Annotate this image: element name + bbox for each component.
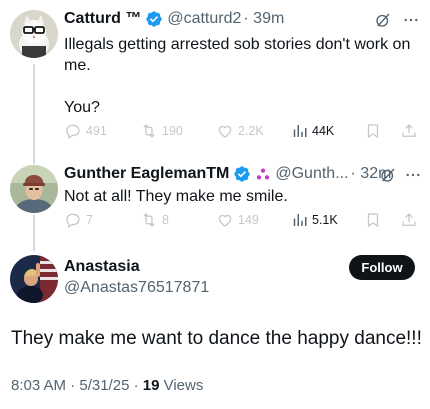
grok-icon[interactable] — [374, 11, 392, 29]
verified-icon — [234, 166, 251, 182]
avatar-gunther[interactable] — [10, 165, 58, 213]
reply-icon — [66, 124, 80, 139]
tweet-1-actions: 491 190 2.2K 44K — [64, 121, 419, 141]
share-icon — [402, 124, 416, 137]
thread-line-2 — [33, 215, 35, 251]
reply-button[interactable]: 7 — [64, 211, 93, 229]
tweet-2-handle[interactable]: @Gunth... — [275, 165, 348, 183]
tweet-1-handle[interactable]: @catturd2 — [167, 10, 241, 28]
like-icon — [218, 125, 232, 138]
retweet-count: 8 — [162, 213, 169, 227]
main-handle[interactable]: @Anastas76517871 — [64, 279, 209, 297]
tweet-2-text: Not at all! They make me smile. — [64, 188, 288, 205]
views-label: Views — [159, 377, 204, 394]
tweet-1-text: Illegals getting arrested sob stories do… — [64, 36, 411, 116]
views-count: 5.1K — [312, 213, 338, 227]
retweet-count: 190 — [162, 124, 183, 138]
timestamp[interactable]: 8:03 AM · 5/31/25 · — [11, 377, 143, 394]
avatar-catturd[interactable] — [10, 10, 58, 58]
avatar-anastasia[interactable] — [10, 255, 58, 303]
views-count-main: 19 — [142, 377, 160, 394]
retweet-icon — [143, 124, 155, 138]
tweet-2-actions: 7 8 149 5.1K — [64, 210, 419, 230]
share-button[interactable] — [400, 122, 422, 140]
reply-button[interactable]: 491 — [64, 122, 107, 140]
tweet-1-display-name[interactable]: Catturd ™ — [64, 10, 141, 28]
more-icon[interactable] — [402, 11, 420, 29]
tweet-2-display-name[interactable]: Gunther EaglemanTM — [64, 165, 229, 183]
follow-button[interactable]: Follow — [349, 255, 415, 280]
retweet-button[interactable]: 190 — [140, 122, 183, 140]
main-tweet-text: They make me want to dance the happy dan… — [11, 328, 422, 349]
share-icon — [402, 213, 416, 226]
like-button[interactable]: 2.2K — [216, 122, 264, 140]
views-button[interactable]: 5.1K — [290, 211, 338, 229]
tweet-meta: 8:03 AM · 5/31/25 · 19 Views — [11, 377, 203, 394]
retweet-button[interactable]: 8 — [140, 211, 169, 229]
thread-line-1 — [33, 64, 35, 164]
affiliate-badge-icon[interactable] — [255, 166, 271, 182]
tweet-2-header: Gunther EaglemanTM @Gunth... · 32m — [64, 165, 391, 183]
views-icon — [293, 214, 307, 226]
bookmark-icon — [367, 213, 379, 228]
bookmark-button[interactable] — [364, 122, 386, 140]
share-button[interactable] — [400, 211, 422, 229]
tweet-1-header: Catturd ™ @catturd2 · 39m — [64, 10, 284, 28]
views-count: 44K — [312, 124, 335, 138]
views-icon — [293, 125, 307, 137]
verified-icon — [146, 11, 163, 27]
grok-icon[interactable] — [379, 166, 397, 184]
like-count: 2.2K — [238, 124, 264, 138]
like-icon — [218, 214, 232, 227]
retweet-icon — [143, 213, 155, 227]
bookmark-icon — [367, 124, 379, 139]
like-button[interactable]: 149 — [216, 211, 259, 229]
main-display-name[interactable]: Anastasia — [64, 258, 140, 276]
more-icon[interactable] — [404, 166, 422, 184]
reply-count: 7 — [86, 213, 93, 227]
bookmark-button[interactable] — [364, 211, 386, 229]
views-button[interactable]: 44K — [290, 122, 334, 140]
like-count: 149 — [238, 213, 259, 227]
reply-count: 491 — [86, 124, 107, 138]
tweet-1-time[interactable]: · 39m — [243, 10, 284, 28]
reply-icon — [66, 213, 80, 228]
